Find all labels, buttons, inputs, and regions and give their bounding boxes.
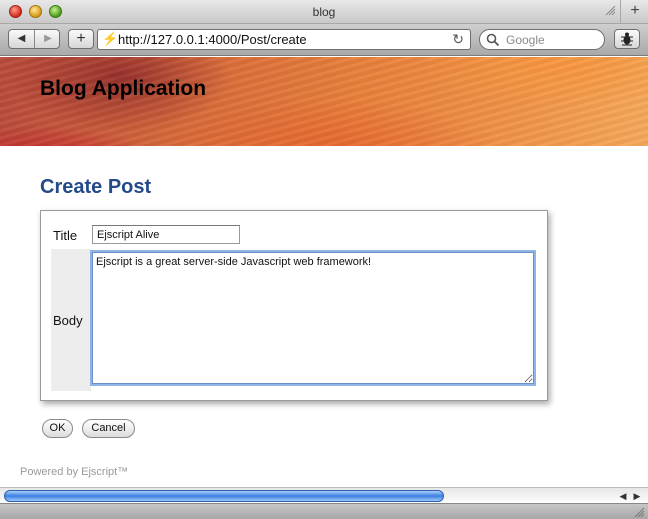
header-banner: Blog Application — [0, 57, 648, 146]
create-post-form: Title Body Ejscript is a great server-si… — [40, 210, 548, 401]
tab-divider — [620, 0, 621, 24]
search-field[interactable]: Google — [479, 29, 605, 50]
new-tab-button[interactable]: + — [626, 2, 644, 20]
add-bookmark-button[interactable]: + — [68, 29, 94, 49]
footer-text: Powered by Ejscript™ — [20, 466, 129, 478]
banner-texture — [0, 57, 648, 146]
body-label: Body — [53, 313, 83, 328]
window-titlebar: blog + — [0, 0, 648, 24]
status-bar — [0, 503, 648, 519]
title-label: Title — [53, 228, 78, 243]
browser-toolbar: ◀ ▶ + ⚡ http://127.0.0.1:4000/Post/creat… — [0, 24, 648, 56]
url-text[interactable]: http://127.0.0.1:4000/Post/create — [118, 32, 307, 47]
nav-button-group: ◀ ▶ — [8, 29, 60, 49]
app-title: Blog Application — [40, 77, 207, 100]
cancel-button[interactable]: Cancel — [82, 419, 135, 438]
back-button[interactable]: ◀ — [9, 30, 35, 48]
ok-button[interactable]: OK — [42, 419, 73, 438]
scroll-left-icon[interactable]: ◀ — [616, 489, 630, 503]
horizontal-scrollbar[interactable]: ◀ ▶ — [0, 487, 648, 503]
resize-corner-icon[interactable] — [633, 506, 645, 518]
title-input[interactable] — [92, 225, 240, 244]
report-bug-button[interactable] — [614, 29, 640, 49]
search-placeholder: Google — [506, 33, 545, 47]
resize-grip-icon — [605, 5, 616, 16]
address-bar[interactable]: ⚡ http://127.0.0.1:4000/Post/create ↻ — [97, 29, 471, 50]
body-textarea[interactable]: Ejscript is a great server-side Javascri… — [92, 252, 534, 384]
forward-button[interactable]: ▶ — [35, 30, 61, 48]
favicon-icon: ⚡ — [102, 31, 119, 46]
page-title: Create Post — [40, 176, 152, 198]
scroll-right-icon[interactable]: ▶ — [630, 489, 644, 503]
bug-icon — [621, 32, 633, 46]
search-icon — [486, 33, 500, 47]
scrollbar-thumb[interactable] — [4, 490, 444, 502]
window-title: blog — [312, 5, 336, 19]
reload-icon[interactable]: ↻ — [452, 31, 464, 48]
